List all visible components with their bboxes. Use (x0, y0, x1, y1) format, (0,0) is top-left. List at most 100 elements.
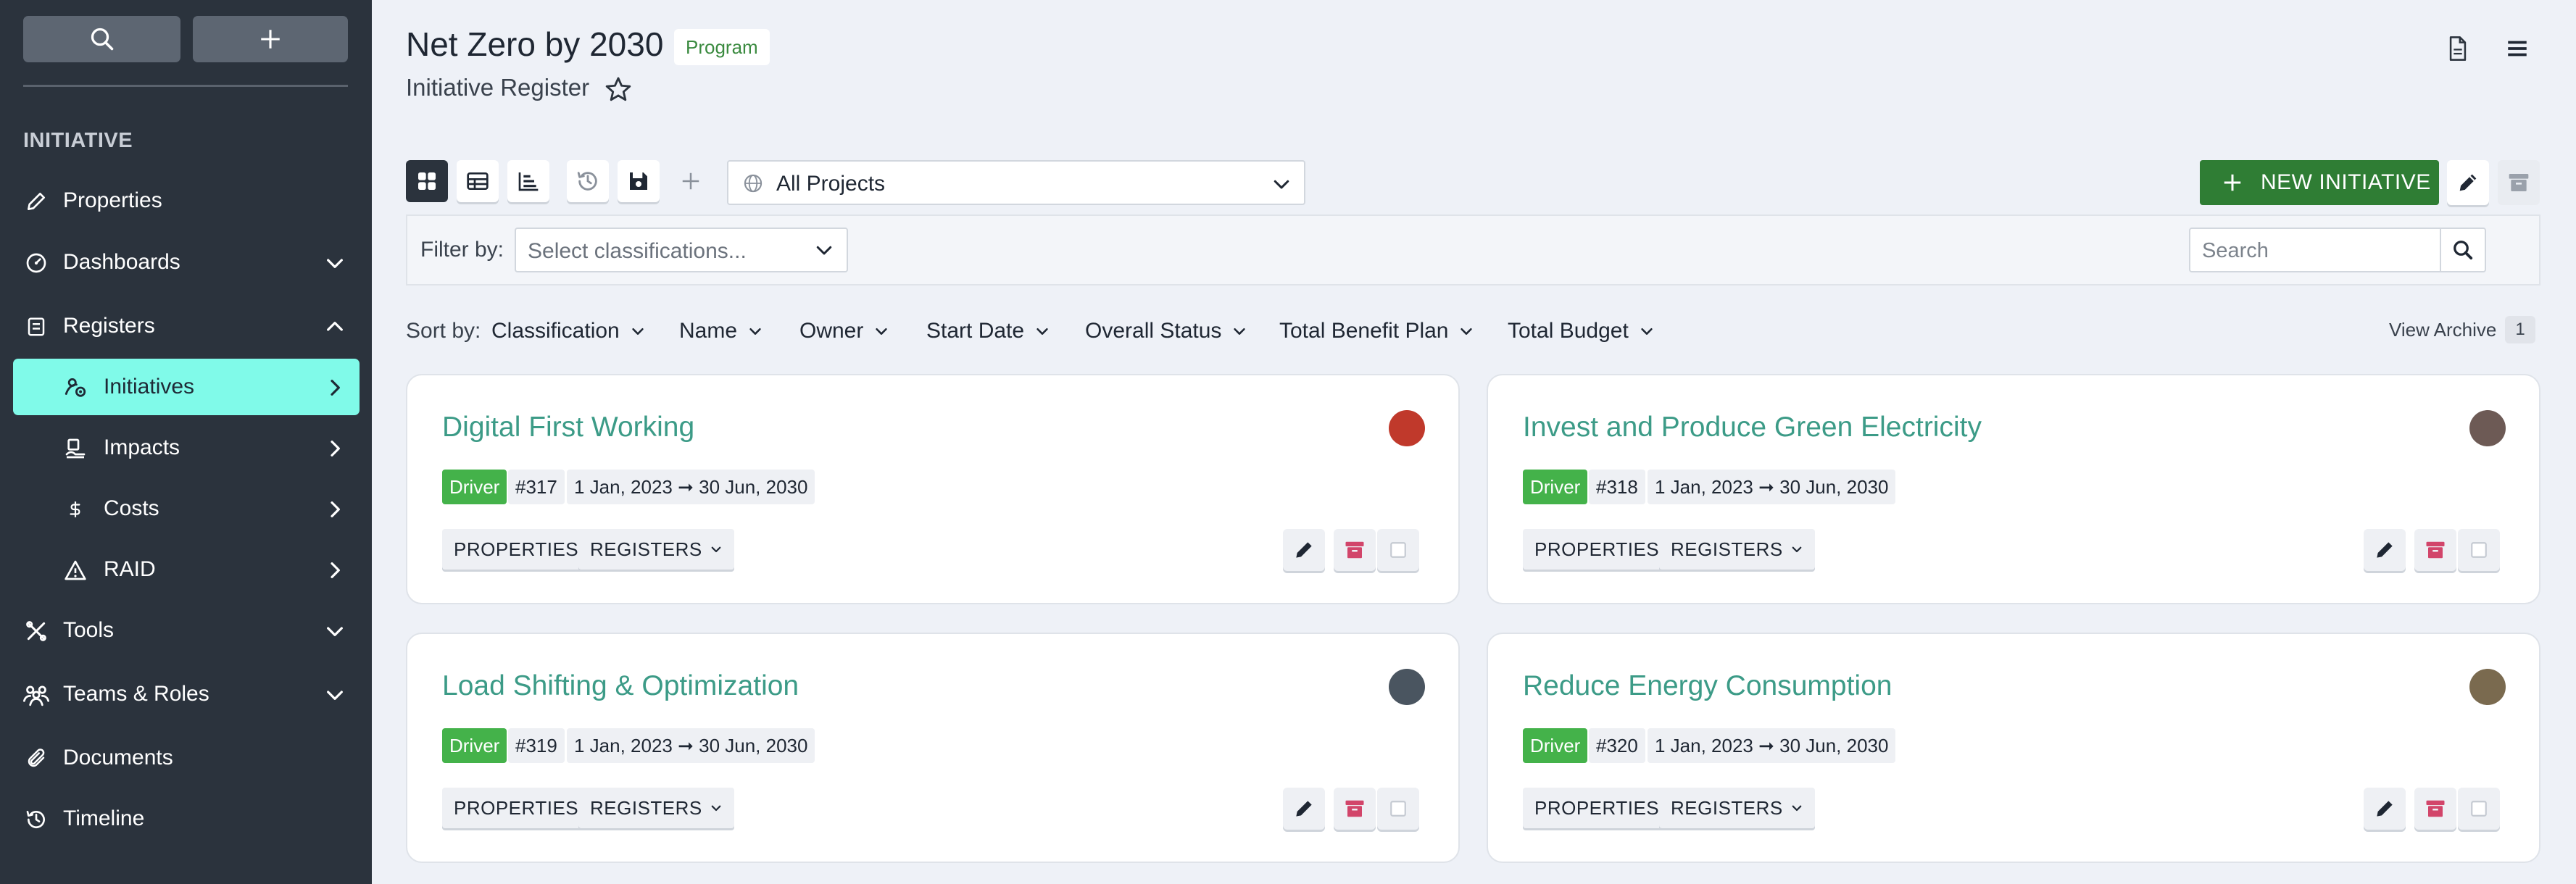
sidebar-item-label: Dashboards (63, 250, 180, 274)
card-dates: 1 Jan, 2023 ➞ 30 Jun, 2030 (567, 728, 815, 763)
card-archive-button[interactable] (2414, 529, 2456, 571)
view-archive-link[interactable]: View Archive (2389, 319, 2496, 341)
page-title: Net Zero by 2030 (406, 25, 664, 63)
impact-icon (62, 435, 88, 462)
sort-classification[interactable]: Classification (491, 319, 646, 343)
timeline-view-button[interactable] (507, 160, 549, 202)
sidebar-divider (23, 85, 348, 87)
card-edit-button[interactable] (1283, 788, 1325, 830)
card-select-checkbox[interactable] (2458, 788, 2500, 830)
plus-icon (682, 172, 699, 190)
sort-option-label: Owner (799, 319, 864, 343)
sort-start-date[interactable]: Start Date (926, 319, 1050, 343)
card-title[interactable]: Reduce Energy Consumption (1523, 670, 1892, 702)
card-archive-button[interactable] (2414, 788, 2456, 830)
properties-button[interactable]: PROPERTIES (442, 529, 591, 570)
grid-view-button[interactable] (406, 160, 448, 202)
card-archive-button[interactable] (1334, 529, 1376, 571)
dollar-icon (62, 496, 88, 522)
registers-button[interactable]: REGISTERS (578, 529, 734, 570)
sort-option-label: Overall Status (1085, 319, 1222, 343)
sidebar-item-label: Teams & Roles (63, 682, 209, 706)
sort-total-benefit-plan[interactable]: Total Benefit Plan (1279, 319, 1474, 343)
sidebar-item-timeline[interactable]: Timeline (13, 791, 360, 847)
add-view-button[interactable] (670, 160, 712, 202)
card-select-checkbox[interactable] (2458, 529, 2500, 571)
plus-icon (2224, 174, 2241, 191)
archive-count-badge: 1 (2505, 316, 2535, 343)
card-edit-button[interactable] (1283, 529, 1325, 571)
sort-name[interactable]: Name (679, 319, 763, 343)
search-input[interactable] (2201, 236, 2443, 265)
project-select[interactable]: All Projects (727, 160, 1305, 205)
chevron-down-icon (327, 627, 343, 636)
driver-badge: Driver (1523, 728, 1588, 763)
checkbox-icon (2471, 801, 2487, 817)
sidebar-item-dashboards[interactable]: Dashboards (13, 234, 360, 291)
registers-label: REGISTERS (1671, 796, 1783, 819)
sidebar-item-documents[interactable]: Documents (13, 730, 360, 786)
chevron-right-icon (331, 380, 340, 396)
owner-avatar[interactable] (2469, 410, 2506, 446)
registers-button[interactable]: REGISTERS (1659, 788, 1815, 828)
owner-avatar[interactable] (1389, 410, 1425, 446)
properties-button[interactable]: PROPERTIES (442, 788, 591, 828)
sort-option-label: Name (679, 319, 738, 343)
registers-button[interactable]: REGISTERS (1659, 529, 1815, 570)
hamburger-menu-icon[interactable] (2505, 36, 2530, 61)
sort-owner[interactable]: Owner (799, 319, 889, 343)
sort-total-budget[interactable]: Total Budget (1508, 319, 1655, 343)
pencil-icon (2377, 542, 2393, 558)
properties-button[interactable]: PROPERTIES (1523, 529, 1671, 570)
owner-avatar[interactable] (2469, 669, 2506, 705)
sidebar-item-label: Properties (63, 188, 162, 212)
card-title[interactable]: Digital First Working (442, 412, 694, 443)
sort-option-label: Classification (491, 319, 620, 343)
sidebar-item-label: Tools (63, 618, 115, 642)
team-icon (23, 682, 49, 708)
sidebar-item-costs[interactable]: Costs (13, 480, 360, 537)
sidebar-item-impacts[interactable]: Impacts (13, 420, 360, 476)
sidebar-item-raid[interactable]: RAID (13, 541, 360, 598)
card-title[interactable]: Invest and Produce Green Electricity (1523, 412, 1982, 443)
classification-select[interactable]: Select classifications... (515, 228, 848, 272)
history-button[interactable] (567, 160, 609, 202)
owner-avatar[interactable] (1389, 669, 1425, 705)
search-button[interactable] (2440, 229, 2485, 271)
driver-badge: Driver (1523, 470, 1588, 504)
new-initiative-button[interactable]: NEW INITIATIVE (2200, 160, 2439, 205)
table-view-button[interactable] (457, 160, 499, 202)
card-select-checkbox[interactable] (1377, 529, 1419, 571)
grid-icon (418, 172, 436, 190)
card-id: #319 (508, 728, 565, 763)
save-view-button[interactable] (618, 160, 660, 202)
card-edit-button[interactable] (2364, 529, 2406, 571)
document-icon[interactable] (2447, 36, 2469, 61)
card-edit-button[interactable] (2364, 788, 2406, 830)
checkbox-icon (2471, 542, 2487, 558)
sidebar-item-initiatives[interactable]: Initiatives (13, 359, 360, 415)
sidebar-search-button[interactable] (23, 16, 180, 62)
star-outline-icon[interactable] (604, 75, 632, 103)
archive-button[interactable] (2498, 160, 2540, 205)
registers-button[interactable]: REGISTERS (578, 788, 734, 828)
chevron-down-icon (1641, 328, 1653, 335)
chevron-down-icon (327, 691, 343, 700)
driver-badge: Driver (442, 728, 507, 763)
edit-button[interactable] (2447, 160, 2489, 205)
gantt-chart-icon (518, 172, 539, 191)
sidebar-item-registers[interactable]: Registers (13, 298, 360, 354)
sidebar-item-tools[interactable]: Tools (13, 602, 360, 659)
archive-icon (2509, 174, 2529, 191)
pencil-icon (23, 188, 49, 214)
properties-button[interactable]: PROPERTIES (1523, 788, 1671, 828)
archive-icon (2426, 800, 2445, 817)
sidebar-item-label: Initiatives (104, 375, 195, 399)
card-select-checkbox[interactable] (1377, 788, 1419, 830)
card-title[interactable]: Load Shifting & Optimization (442, 670, 799, 702)
sidebar-item-teams-roles[interactable]: Teams & Roles (13, 666, 360, 722)
sidebar-add-button[interactable] (193, 16, 348, 62)
sort-overall-status[interactable]: Overall Status (1085, 319, 1247, 343)
card-archive-button[interactable] (1334, 788, 1376, 830)
sidebar-item-properties[interactable]: Properties (13, 172, 360, 229)
